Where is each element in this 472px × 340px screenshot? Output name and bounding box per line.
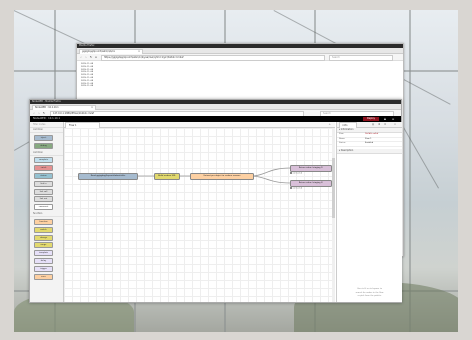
status-text: connected [292,187,303,190]
flow-canvas[interactable]: Read gqjzgdqsj/lqcomh/wbm/n/b/x Build ec… [64,128,332,302]
palette-node-debug[interactable]: debug [34,142,53,149]
node-status: connected [290,172,302,175]
status-text: connected [292,172,303,175]
node-palette: filter nodes common inject debug common … [30,122,64,302]
host-label: 10.1.10.1 [48,117,61,120]
flow-node-build-url[interactable]: Build ecobee URL [154,173,180,180]
palette-node-comment[interactable]: comment [34,204,53,211]
palette-node-link-out[interactable]: link out [34,196,53,203]
browser-window-node-red: Node-RED - Mozilla Firefox Node-RED : 10… [29,99,402,303]
flow-workspace: Flow 1 + Read gqjzgdqsj/lqcomh/wbm/n/b/x… [64,122,335,302]
palette-node-change[interactable]: change [34,234,53,241]
info-key: Status [337,141,363,147]
palette-category[interactable]: function [30,212,63,218]
palette-node-link-in[interactable]: link in [34,180,53,187]
reload-icon[interactable]: ↻ [42,111,46,115]
palette-node-range[interactable]: range [34,242,53,249]
section-title: Description [340,148,354,152]
photo-frame: Mozilla Firefox gqjzgdqsj/lqcomh/wbm/n/b… [0,0,472,340]
palette-node-switch[interactable]: switch [34,226,53,233]
table-row: Status Enabled [337,141,402,147]
info-sidebar: i info ▤ ✱ ⚙ ▾ ▾ Information Flow 1b2b2c.… [336,122,402,302]
book-icon[interactable]: ▤ [371,122,375,127]
section-title: Information [340,128,354,131]
info-table: Flow 1b2b2c.m2af Name Flow 1 Status Enabled [337,133,402,147]
tab-info[interactable]: i info [339,122,357,128]
flow-node-extract[interactable]: Extract per object to ecobee sensors [190,173,254,180]
app-name: Node-RED [33,117,46,120]
palette-node-link-call[interactable]: link call [34,188,53,195]
home-icon[interactable]: ⌂ [94,55,98,59]
url-field[interactable]: https://gqjzgdqsj/lqcomh/wbm/n/b/yea/mw/… [101,55,325,61]
address-bar: ‹ › ↻ ⌂ https://gqjzgdqsj/lqcomh/wbm/n/b… [77,54,403,61]
log-line: 2019-11-08 [81,85,94,88]
page-content: 2019-11-08 2019-11-08 2019-11-08 2019-11… [77,61,403,90]
palette-node-status[interactable]: status [34,172,53,179]
section-description[interactable]: ▾ Description [337,148,402,154]
node-status: connected [290,187,302,190]
bug-icon[interactable]: ✱ [377,122,381,127]
help-tip: Use ctrl-f or ctrl-space to search for n… [337,288,402,298]
palette-node-function[interactable]: function [34,218,53,225]
search-field[interactable]: Search [329,55,393,61]
flow-node-return-2[interactable]: Return value (staging 2) [290,180,332,187]
tab-label: info [343,124,348,127]
flow-node-return-1[interactable]: Return value (staging 1) [290,165,332,172]
user-icon[interactable]: ♟ [383,117,387,121]
config-icon[interactable]: ⚙ [383,122,387,127]
wires [135,167,291,184]
info-value: Enabled [363,141,402,147]
palette-category[interactable]: common [30,151,63,156]
back-icon[interactable]: ‹ [32,111,36,115]
palette-node-inject[interactable]: inject [34,134,53,141]
tab-title: Node-RED : 10.1.10.1 [35,106,59,109]
palette-node-complete[interactable]: complete [34,157,53,164]
palette-node-exec[interactable]: exec [34,273,53,280]
node-red-logo: Node-RED : 10.1.10.1 [33,117,61,120]
deploy-button[interactable]: Deploy [363,117,379,121]
tab-title: gqjzgdqsj/lqcomh/wbm/n/b/xx [82,50,115,53]
palette-node-catch[interactable]: catch [34,165,53,172]
sidebar-tabs: i info ▤ ✱ ⚙ ▾ [337,122,402,128]
reload-icon[interactable]: ↻ [89,55,93,59]
forward-icon[interactable]: › [37,111,41,115]
palette-node-trigger[interactable]: trigger [34,265,53,272]
chevron-down-icon[interactable]: ▾ [393,122,397,127]
palette-category[interactable]: common [30,128,63,133]
workspace-scrollbar[interactable] [332,128,335,302]
flow-node-read-file[interactable]: Read gqjzgdqsj/lqcomh/wbm/n/b/x [78,173,138,180]
menu-icon[interactable]: ≡ [391,117,395,121]
palette-node-template[interactable]: template [34,250,53,257]
help-line: or pick from the palette [357,294,382,297]
back-icon[interactable]: ‹ [79,55,83,59]
forward-icon[interactable]: › [84,55,88,59]
palette-node-delay[interactable]: delay [34,257,53,264]
add-flow-icon[interactable]: + [328,122,331,127]
